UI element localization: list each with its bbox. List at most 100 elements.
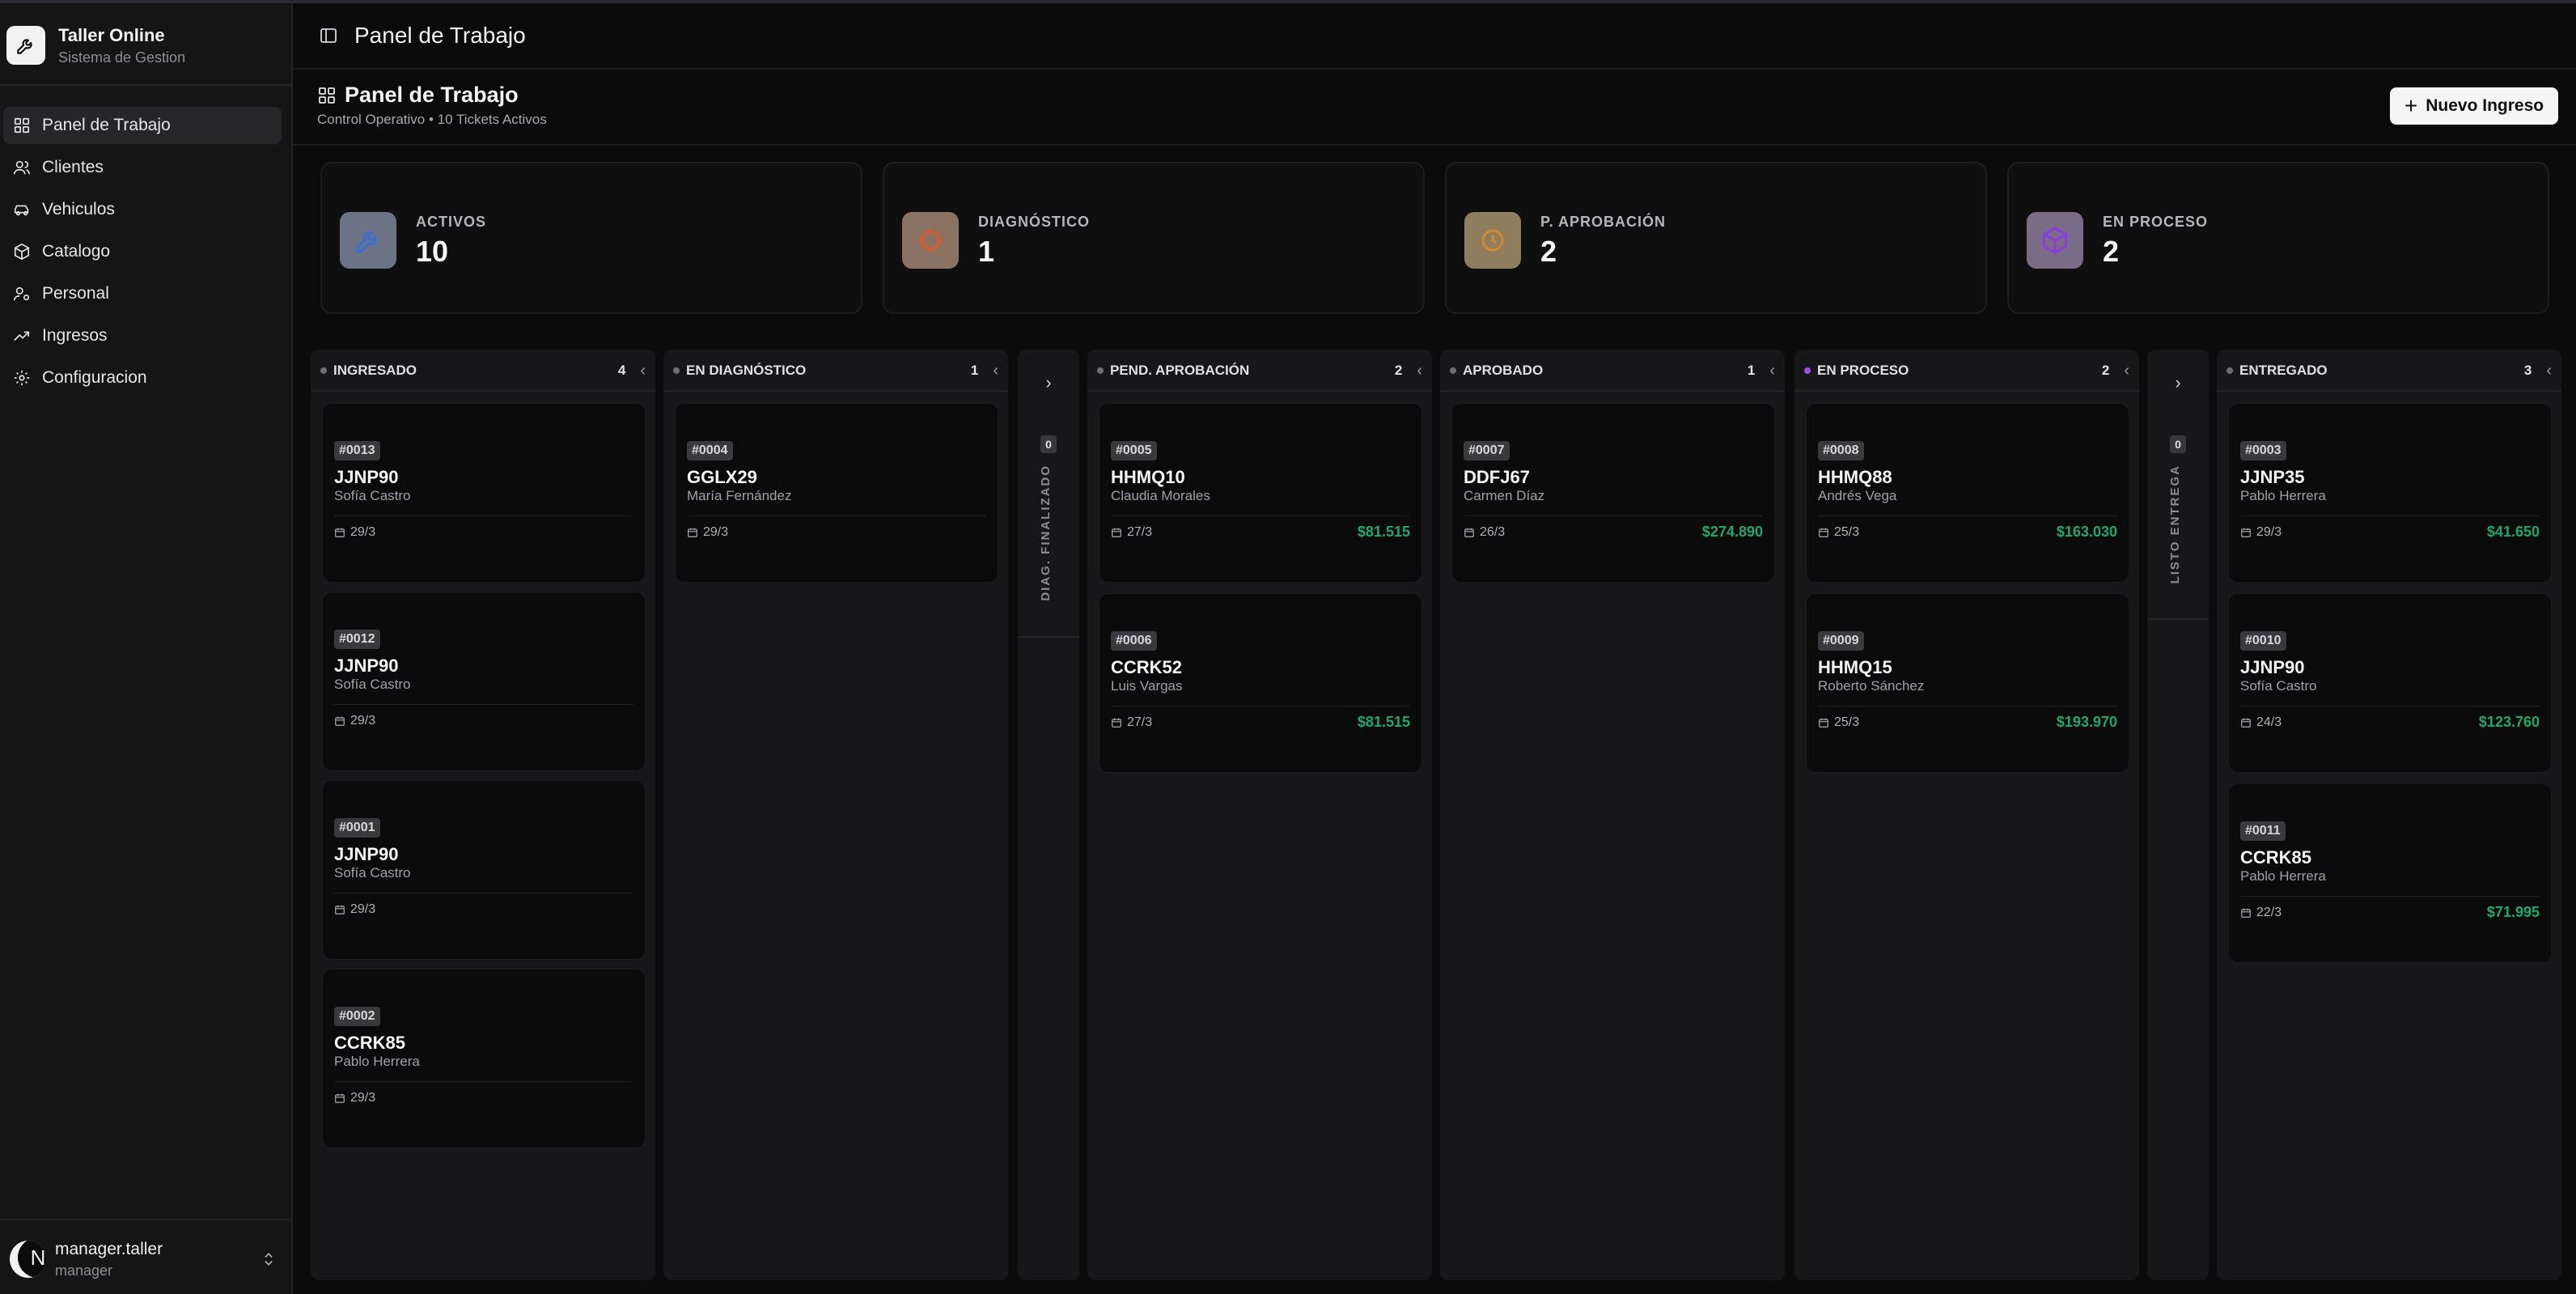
package-icon xyxy=(2027,212,2083,269)
ticket-amount: $193.970 xyxy=(2056,714,2117,730)
ticket-number: #0010 xyxy=(2240,631,2286,651)
sidebar-toggle-icon[interactable] xyxy=(319,26,338,45)
ticket-number: #0013 xyxy=(334,441,380,460)
diagnostic-icon xyxy=(902,212,959,269)
chevron-right-icon[interactable]: › xyxy=(1018,372,1079,393)
avatar-letter: N xyxy=(18,1241,47,1278)
section-subtitle: Control Operativo • 10 Tickets Activos xyxy=(317,112,547,127)
ticket-card[interactable]: #0009 HHMQ15 Roberto Sánchez 25/3 $193.9… xyxy=(1806,593,2129,773)
kanban-column-en-proceso: EN PROCESO 2 ‹ #0008 HHMQ88 Andrés Vega … xyxy=(1794,350,2139,1280)
sidebar-item-label: Personal xyxy=(42,284,109,303)
ticket-amount: $81.515 xyxy=(1357,524,1410,540)
status-dot xyxy=(1097,367,1104,374)
page-title: Panel de Trabajo xyxy=(354,23,526,48)
sidebar-item-label: Panel de Trabajo xyxy=(42,116,171,134)
client-name: Pablo Herrera xyxy=(2240,488,2326,503)
ticket-card[interactable]: #0010 JJNP90 Sofía Castro 24/3 $123.760 xyxy=(2228,593,2552,773)
sidebar-item-vehiculos[interactable]: Vehiculos xyxy=(3,191,282,228)
ticket-date: 29/3 xyxy=(703,525,729,539)
topbar: Panel de Trabajo xyxy=(293,3,2576,70)
column-count: 2 xyxy=(1394,363,1403,378)
client-name: María Fernández xyxy=(687,488,792,503)
chevron-left-icon[interactable]: ‹ xyxy=(640,362,646,380)
sidebar-item-catalogo[interactable]: Catalogo xyxy=(3,233,282,270)
avatar: N xyxy=(10,1241,47,1278)
vehicle-plate: HHMQ15 xyxy=(1818,657,1892,677)
ticket-date: 27/3 xyxy=(1127,525,1153,539)
ticket-card[interactable]: #0005 HHMQ10 Claudia Morales 27/3 $81.51… xyxy=(1099,403,1422,583)
divider xyxy=(0,84,291,86)
ticket-date: 25/3 xyxy=(1834,525,1860,539)
chevron-left-icon[interactable]: ‹ xyxy=(993,362,998,380)
ticket-date: 29/3 xyxy=(350,525,376,539)
kanban-column-diag-finalizado-collapsed[interactable]: › 0 DIAG. FINALIZADO xyxy=(1018,350,1079,1280)
ticket-card[interactable]: #0002 CCRK85 Pablo Herrera 29/3 xyxy=(322,969,646,1148)
kanban-column-listo-entrega-collapsed[interactable]: › 0 LISTO ENTREGA xyxy=(2147,350,2209,1280)
calendar-icon xyxy=(688,528,697,537)
client-name: Pablo Herrera xyxy=(2240,868,2326,884)
kanban-column-ingresado: INGRESADO 4 ‹ #0013 JJNP90 Sofía Castro … xyxy=(311,350,655,1280)
user-name: manager.taller xyxy=(55,1239,163,1258)
plus-icon: + xyxy=(2404,93,2418,118)
stat-value: 2 xyxy=(2103,235,2120,268)
stat-card-activos: ACTIVOS 10 xyxy=(320,162,862,314)
client-name: Pablo Herrera xyxy=(334,1054,420,1069)
client-name: Carmen Díaz xyxy=(1464,488,1545,503)
chevron-left-icon[interactable]: ‹ xyxy=(2124,362,2129,380)
user-cog-icon xyxy=(14,286,30,301)
chevron-left-icon[interactable]: ‹ xyxy=(1417,362,1422,380)
ticket-card[interactable]: #0004 GGLX29 María Fernández 29/3 xyxy=(675,403,998,583)
ticket-card[interactable]: #0001 JJNP90 Sofía Castro 29/3 xyxy=(322,780,646,960)
chevron-left-icon[interactable]: ‹ xyxy=(2546,362,2552,380)
ticket-number: #0012 xyxy=(334,630,380,649)
ticket-amount: $123.760 xyxy=(2478,714,2540,730)
status-dot xyxy=(320,367,327,374)
vehicle-plate: JJNP90 xyxy=(334,844,399,864)
new-entry-button[interactable]: + Nuevo Ingreso xyxy=(2390,87,2558,125)
clock-icon xyxy=(1464,212,1521,269)
brand[interactable]: Taller Online Sistema de Gestion xyxy=(6,23,185,68)
chevron-left-icon[interactable]: ‹ xyxy=(1769,362,1775,380)
stat-card-diagnostico: DIAGNÓSTICO 1 xyxy=(883,162,1425,314)
sidebar-item-configuracion[interactable]: Configuracion xyxy=(3,359,282,397)
column-count: 0 xyxy=(1040,435,1057,453)
calendar-icon xyxy=(1819,528,1828,537)
user-menu[interactable]: N manager.taller manager xyxy=(10,1227,277,1292)
kanban-column-entregado: ENTREGADO 3 ‹ #0003 JJNP35 Pablo Herrera… xyxy=(2217,350,2561,1280)
client-name: Sofía Castro xyxy=(334,865,411,880)
stat-value: 2 xyxy=(1540,235,1557,268)
ticket-card[interactable]: #0012 JJNP90 Sofía Castro 29/3 xyxy=(322,592,646,771)
client-name: Andrés Vega xyxy=(1818,488,1897,503)
ticket-number: #0003 xyxy=(2240,441,2286,460)
divider xyxy=(0,1219,291,1220)
ticket-number: #0011 xyxy=(2240,821,2286,841)
sidebar-item-ingresos[interactable]: Ingresos xyxy=(3,317,282,354)
ticket-card[interactable]: #0003 JJNP35 Pablo Herrera 29/3 $41.650 xyxy=(2228,403,2552,583)
brand-subtitle: Sistema de Gestion xyxy=(58,49,186,66)
column-count: 3 xyxy=(2523,363,2532,378)
ticket-card[interactable]: #0011 CCRK85 Pablo Herrera 22/3 $71.995 xyxy=(2228,783,2552,963)
calendar-icon xyxy=(335,716,345,726)
vehicle-plate: GGLX29 xyxy=(687,467,757,487)
sidebar-item-label: Ingresos xyxy=(42,326,108,345)
kanban-column-aprobado: APROBADO 1 ‹ #0007 DDFJ67 Carmen Díaz 26… xyxy=(1440,350,1785,1280)
package-icon xyxy=(14,243,30,261)
sidebar-item-label: Catalogo xyxy=(42,242,111,261)
chevron-right-icon[interactable]: › xyxy=(2147,372,2209,393)
kanban-column-en-diagnostico: EN DIAGNÓSTICO 1 ‹ #0004 GGLX29 María Fe… xyxy=(663,350,1008,1280)
ticket-number: #0001 xyxy=(334,818,380,838)
sidebar-item-personal[interactable]: Personal xyxy=(3,275,282,312)
ticket-date: 22/3 xyxy=(2256,906,2282,919)
vehicle-plate: DDFJ67 xyxy=(1464,467,1530,487)
calendar-icon xyxy=(2241,528,2251,537)
kanban-column-pend-aprobacion: PEND. APROBACIÓN 2 ‹ #0005 HHMQ10 Claudi… xyxy=(1087,350,1432,1280)
ticket-card[interactable]: #0013 JJNP90 Sofía Castro 29/3 xyxy=(322,403,646,583)
ticket-card[interactable]: #0008 HHMQ88 Andrés Vega 25/3 $163.030 xyxy=(1806,403,2129,583)
column-title: DIAG. FINALIZADO xyxy=(1039,465,1053,601)
ticket-amount: $71.995 xyxy=(2486,904,2540,920)
ticket-card[interactable]: #0007 DDFJ67 Carmen Díaz 26/3 $274.890 xyxy=(1451,403,1775,583)
vehicle-plate: CCRK85 xyxy=(334,1033,406,1053)
sidebar-item-clientes[interactable]: Clientes xyxy=(3,149,282,186)
ticket-card[interactable]: #0006 CCRK52 Luis Vargas 27/3 $81.515 xyxy=(1099,593,1422,773)
sidebar-item-panel-de-trabajo[interactable]: Panel de Trabajo xyxy=(3,107,282,144)
